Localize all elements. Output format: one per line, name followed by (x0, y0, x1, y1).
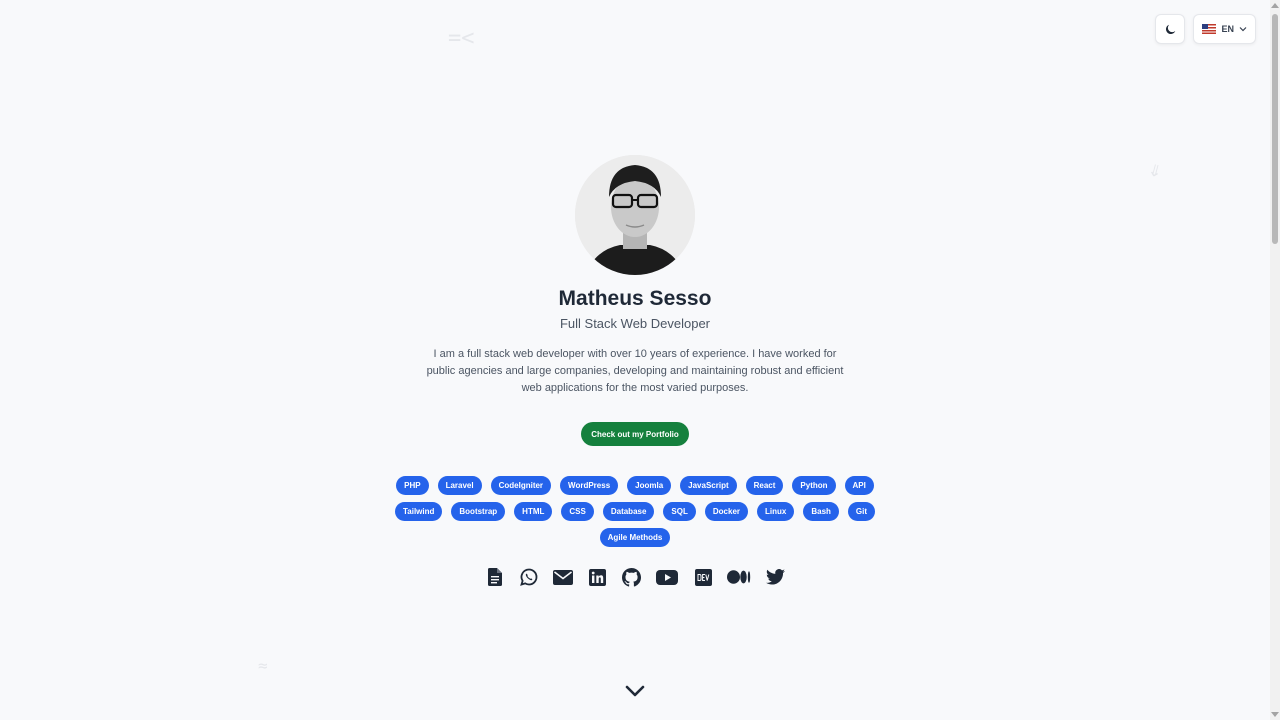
resume-icon (488, 568, 502, 586)
github-icon (621, 567, 641, 587)
background-decoration: ⇙ (1142, 154, 1167, 183)
linkedin-icon (588, 568, 606, 586)
skill-tag[interactable]: Laravel (437, 476, 482, 495)
profile-bio: I am a full stack web developer with ove… (426, 348, 844, 394)
skill-tag[interactable]: Git (847, 502, 876, 521)
skill-tag[interactable]: React (745, 476, 784, 495)
skill-tag[interactable]: SQL (663, 502, 696, 521)
skill-tag[interactable]: Agile Methods (599, 528, 671, 547)
skill-tag[interactable]: PHP (396, 476, 429, 495)
us-flag-icon (1202, 24, 1217, 34)
skill-tag[interactable]: WordPress (560, 476, 619, 495)
background-decoration: ≈ (258, 656, 268, 675)
twitter-icon (765, 569, 785, 585)
profile-role: Full Stack Web Developer (559, 316, 711, 331)
dev-link[interactable] (690, 566, 716, 588)
skill-tag[interactable]: Database (602, 502, 655, 521)
social-links (0, 566, 1270, 588)
medium-icon (727, 570, 751, 584)
whatsapp-icon (520, 568, 538, 586)
language-label: EN (1221, 24, 1234, 34)
skill-tag[interactable]: Tailwind (394, 502, 443, 521)
scrollbar-thumb[interactable] (1272, 14, 1278, 244)
theme-toggle-button[interactable] (1155, 14, 1186, 44)
scrollbar[interactable] (1270, 0, 1280, 720)
skills-list: PHP Laravel CodeIgniter WordPress Joomla… (380, 476, 890, 547)
youtube-link[interactable] (652, 566, 682, 588)
skill-tag[interactable]: Linux (757, 502, 795, 521)
skill-tag[interactable]: Bash (803, 502, 839, 521)
github-link[interactable] (618, 566, 644, 588)
avatar (575, 155, 695, 275)
skill-tag[interactable]: JavaScript (680, 476, 737, 495)
language-select[interactable]: EN (1193, 14, 1256, 44)
scroll-down-arrow[interactable] (1271, 712, 1279, 717)
linkedin-link[interactable] (584, 566, 610, 588)
skill-tag[interactable]: Docker (704, 502, 748, 521)
youtube-icon (656, 569, 678, 585)
skill-tag[interactable]: HTML (514, 502, 553, 521)
background-decoration: =< (448, 26, 475, 51)
chevron-down-icon (625, 685, 645, 697)
dev-icon (694, 568, 712, 586)
skill-tag[interactable]: CSS (561, 502, 594, 521)
skill-tag[interactable]: Joomla (627, 476, 672, 495)
profile-name: Matheus Sesso (558, 287, 712, 310)
portfolio-button[interactable]: Check out my Portfolio (581, 422, 689, 446)
medium-link[interactable] (724, 566, 754, 588)
scroll-down-button[interactable] (624, 682, 646, 700)
email-icon (553, 569, 573, 585)
skill-tag[interactable]: API (844, 476, 874, 495)
skill-tag[interactable]: CodeIgniter (490, 476, 552, 495)
whatsapp-link[interactable] (516, 566, 542, 588)
moon-icon (1165, 24, 1176, 34)
email-link[interactable] (550, 566, 576, 588)
scroll-up-arrow[interactable] (1271, 3, 1279, 8)
resume-link[interactable] (482, 566, 508, 588)
twitter-link[interactable] (762, 566, 788, 588)
chevron-down-icon (1239, 27, 1247, 32)
skill-tag[interactable]: Python (792, 476, 836, 495)
skill-tag[interactable]: Bootstrap (451, 502, 506, 521)
top-controls: EN (1155, 14, 1256, 44)
